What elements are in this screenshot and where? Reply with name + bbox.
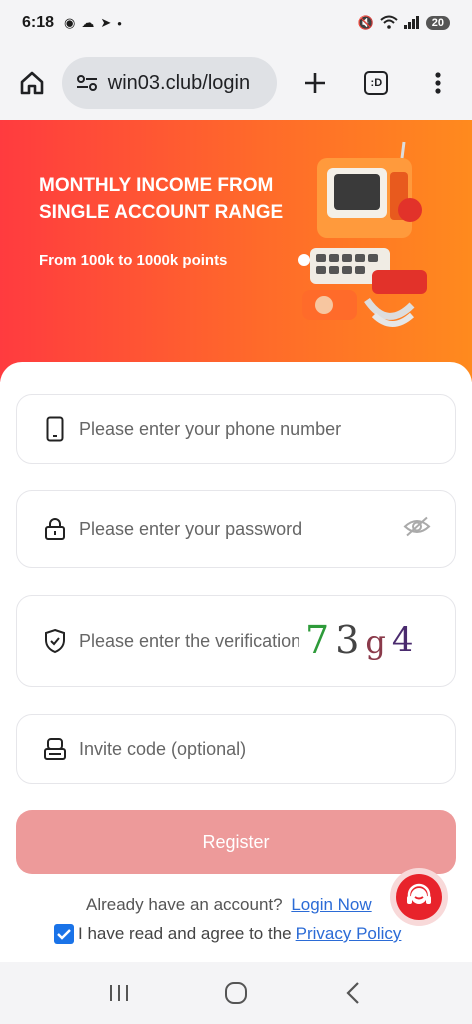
chrome-icon: ◉ [64,15,76,30]
tab-switcher-button[interactable]: :D [356,63,396,103]
browser-menu-button[interactable] [418,63,458,103]
password-placeholder: Please enter your password [79,518,303,539]
invite-icon [43,737,67,761]
checkmark-icon [57,929,71,940]
phone-placeholder: Please enter your phone number [79,418,342,439]
status-bar: 6:18 ◉ ☁ ➤ • 🔇 20 [0,0,472,46]
retro-computer-illustration [298,141,427,327]
customer-support-button[interactable] [390,868,448,926]
agree-text: I have read and agree to the [78,924,292,943]
recents-icon [109,985,128,1001]
captcha-char: 3 [335,618,360,662]
cloud-icon: ☁ [81,15,95,30]
invite-placeholder: Invite code (optional) [79,738,247,759]
captcha-char: g [365,623,386,661]
verification-placeholder: Please enter the verification code [79,630,299,651]
home-icon [20,71,44,95]
browser-toolbar: win03.club/login :D [0,46,472,120]
password-field[interactable]: Please enter your password [16,490,456,568]
recent-apps-button[interactable] [99,973,139,1013]
login-form-card: Please enter your phone number Please en… [0,362,472,962]
wifi-icon [380,15,398,32]
banner-subtitle: From 100k to 1000k points [39,252,228,269]
home-circle-icon [224,982,247,1004]
eye-off-icon[interactable] [403,516,431,543]
captcha-image[interactable]: 7 3 g 4 [305,618,414,662]
url-text: win03.club/login [107,71,251,94]
phone-icon [43,416,67,442]
agreement-row: I have read and agree to the Privacy Pol… [54,924,401,944]
login-prompt: Already have an account? Login Now [86,895,372,915]
system-nav-bar [0,962,472,1024]
register-button[interactable]: Register [16,810,456,874]
captcha-char: 4 [391,620,414,660]
site-settings-icon [76,75,97,91]
invite-code-field[interactable]: Invite code (optional) [16,714,456,784]
privacy-policy-link[interactable]: Privacy Policy [296,924,402,944]
back-button[interactable] [333,973,373,1013]
agree-checkbox[interactable] [54,924,74,944]
new-tab-button[interactable] [295,63,335,103]
phone-field[interactable]: Please enter your phone number [16,394,456,464]
login-now-link[interactable]: Login Now [291,895,371,914]
headset-icon [396,874,442,920]
captcha-char: 7 [305,618,330,662]
address-bar[interactable]: win03.club/login [61,57,277,109]
verification-field[interactable]: Please enter the verification code 7 3 g… [16,595,456,687]
plus-icon [304,73,325,93]
home-button[interactable] [14,65,50,101]
back-icon [346,982,360,1004]
signal-icon [403,15,420,32]
shield-check-icon [43,628,67,654]
dot-icon: • [117,15,122,31]
banner-title: MONTHLY INCOME FROM SINGLE ACCOUNT RANGE [39,175,284,223]
status-time: 6:18 [22,14,55,31]
tabs-count: :D [364,71,389,95]
lock-icon [43,517,67,541]
battery-icon: 20 [425,16,450,30]
promo-banner: MONTHLY INCOME FROM SINGLE ACCOUNT RANGE… [0,120,472,382]
home-nav-button[interactable] [216,973,256,1013]
mute-icon: 🔇 [357,15,374,30]
telegram-icon: ➤ [100,15,112,30]
have-account-text: Already have an account? [86,895,283,914]
more-vert-icon [435,72,441,94]
